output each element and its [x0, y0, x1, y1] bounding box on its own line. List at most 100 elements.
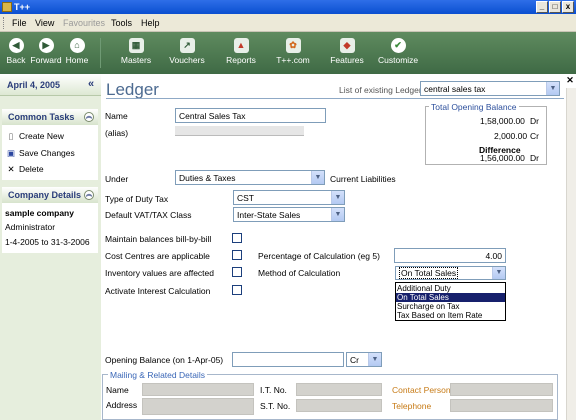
under-value: Duties & Taxes	[179, 173, 236, 183]
method-label: Method of Calculation	[258, 268, 341, 278]
collapse-chevron-icon[interactable]: ︽	[84, 112, 94, 122]
mail-address-label: Address	[106, 400, 138, 410]
it-no-field[interactable]	[296, 383, 382, 396]
vouchers-label: Vouchers	[169, 55, 205, 65]
title-divider	[106, 98, 564, 99]
chevron-down-icon[interactable]: ▼	[492, 267, 505, 279]
masters-icon: ▦	[128, 38, 144, 53]
reports-button[interactable]: ▲ Reports	[224, 35, 258, 65]
opening-balance-field[interactable]	[232, 352, 344, 367]
minimize-button[interactable]: _	[536, 1, 548, 13]
home-button[interactable]: ⌂ Home	[64, 35, 90, 65]
method-select[interactable]: On Total Sales ▼	[395, 266, 506, 280]
menu-tools[interactable]: Tools	[111, 18, 132, 28]
menu-file[interactable]: File	[12, 18, 27, 28]
chevron-down-icon[interactable]: ▼	[546, 82, 559, 95]
toolbar-separator	[100, 38, 101, 68]
task-save-changes[interactable]: ▣ Save Changes	[6, 148, 75, 159]
forward-button[interactable]: ▶ Forward	[29, 35, 63, 65]
total-cr-value: 2,000.00	[494, 131, 528, 141]
duty-type-select[interactable]: CST ▼	[233, 190, 345, 205]
vat-class-label: Default VAT/TAX Class	[105, 210, 192, 220]
new-doc-icon: ▯	[8, 131, 14, 141]
inventory-checkbox[interactable]	[232, 267, 242, 277]
maintain-bbb-label: Maintain balances bill-by-bill	[105, 234, 212, 244]
close-button[interactable]: x	[562, 1, 574, 13]
st-no-label: S.T. No.	[260, 401, 291, 411]
collapse-pane-button[interactable]: «	[88, 78, 94, 90]
common-tasks-header[interactable]: Common Tasks ︽	[2, 109, 98, 125]
total-dr-value: 1,58,000.00	[480, 116, 525, 126]
masters-label: Masters	[120, 55, 152, 65]
telephone-label: Telephone	[392, 401, 432, 411]
chevron-down-icon[interactable]: ▼	[331, 191, 344, 204]
mail-name-label: Name	[106, 385, 129, 395]
vat-class-value: Inter-State Sales	[237, 210, 301, 220]
customize-button[interactable]: ✔ Customize	[378, 35, 418, 65]
mailing-details-title: Mailing & Related Details	[108, 370, 207, 380]
st-no-field[interactable]	[296, 399, 382, 412]
interest-label: Activate Interest Calculation	[105, 286, 211, 296]
opening-drcr-select[interactable]: Cr ▼	[346, 352, 382, 367]
menu-bar: File View Favourites Tools Help	[0, 14, 576, 32]
alias-field[interactable]	[175, 126, 304, 136]
forward-label: Forward	[30, 55, 62, 65]
company-name: sample company	[5, 208, 74, 218]
common-tasks-panel: Common Tasks ︽ ▯ Create New ▣ Save Changes…	[2, 109, 98, 180]
name-field[interactable]: Central Sales Tax	[175, 108, 326, 123]
difference-value: 1,56,000.00	[480, 153, 525, 163]
method-option[interactable]: Additional Duty	[396, 284, 505, 293]
chevron-down-icon[interactable]: ▼	[331, 208, 344, 221]
mail-name-field[interactable]	[142, 383, 254, 396]
customize-check-icon: ✔	[390, 38, 406, 53]
customize-label: Customize	[378, 55, 419, 65]
under-group-label: Current Liabilities	[330, 174, 396, 184]
maximize-button[interactable]: □	[549, 1, 561, 13]
window-title-bar[interactable]: T++ _ □ x	[0, 0, 576, 14]
mail-address-field[interactable]	[142, 398, 254, 415]
company-user: Administrator	[5, 222, 56, 232]
under-label: Under	[105, 174, 129, 184]
back-arrow-icon: ◀	[8, 38, 24, 53]
back-button[interactable]: ◀ Back	[4, 35, 28, 65]
app-icon	[2, 2, 12, 12]
forward-arrow-icon: ▶	[38, 38, 54, 53]
task-label: Delete	[19, 164, 44, 174]
company-details-panel: Company Details ︽ sample company Adminis…	[2, 187, 98, 253]
cost-centres-checkbox[interactable]	[232, 250, 242, 260]
menu-grip	[3, 17, 6, 29]
vouchers-button[interactable]: ↗ Vouchers	[169, 35, 205, 65]
task-label: Save Changes	[19, 148, 75, 158]
vat-class-select[interactable]: Inter-State Sales ▼	[233, 207, 345, 222]
common-tasks-title: Common Tasks	[8, 112, 75, 122]
contact-person-field[interactable]	[450, 383, 553, 396]
delete-icon: ✕	[7, 164, 15, 174]
collapse-chevron-icon[interactable]: ︽	[84, 190, 94, 200]
interest-checkbox[interactable]	[232, 285, 242, 295]
features-button[interactable]: ◆ Features	[328, 35, 366, 65]
chevron-down-icon[interactable]: ▼	[311, 171, 324, 184]
company-details-title: Company Details	[8, 190, 82, 200]
method-option-selected[interactable]: On Total Sales	[396, 293, 505, 302]
company-details-header[interactable]: Company Details ︽	[2, 187, 98, 203]
close-form-button[interactable]: ✕	[565, 74, 575, 86]
tpp-com-button[interactable]: ✿ T++.com	[274, 35, 312, 65]
maintain-bbb-checkbox[interactable]	[232, 233, 242, 243]
menu-view[interactable]: View	[35, 18, 54, 28]
company-period: 1-4-2005 to 31-3-2006	[5, 237, 90, 247]
percentage-field[interactable]: 4.00	[394, 248, 506, 263]
method-option[interactable]: Tax Based on Item Rate	[396, 311, 505, 320]
chevron-down-icon[interactable]: ▼	[368, 353, 381, 366]
menu-help[interactable]: Help	[141, 18, 160, 28]
ledger-list-select[interactable]: central sales tax ▼	[420, 81, 560, 96]
task-delete[interactable]: ✕ Delete	[6, 164, 44, 175]
menu-favourites[interactable]: Favourites	[63, 18, 105, 28]
telephone-field[interactable]	[450, 399, 553, 412]
task-create-new[interactable]: ▯ Create New	[6, 131, 64, 142]
under-select[interactable]: Duties & Taxes ▼	[175, 170, 325, 185]
method-option[interactable]: Surcharge on Tax	[396, 302, 505, 311]
vertical-scrollbar[interactable]	[566, 88, 576, 420]
back-label: Back	[6, 55, 26, 65]
duty-type-label: Type of Duty Tax	[105, 194, 169, 204]
masters-button[interactable]: ▦ Masters	[118, 35, 154, 65]
